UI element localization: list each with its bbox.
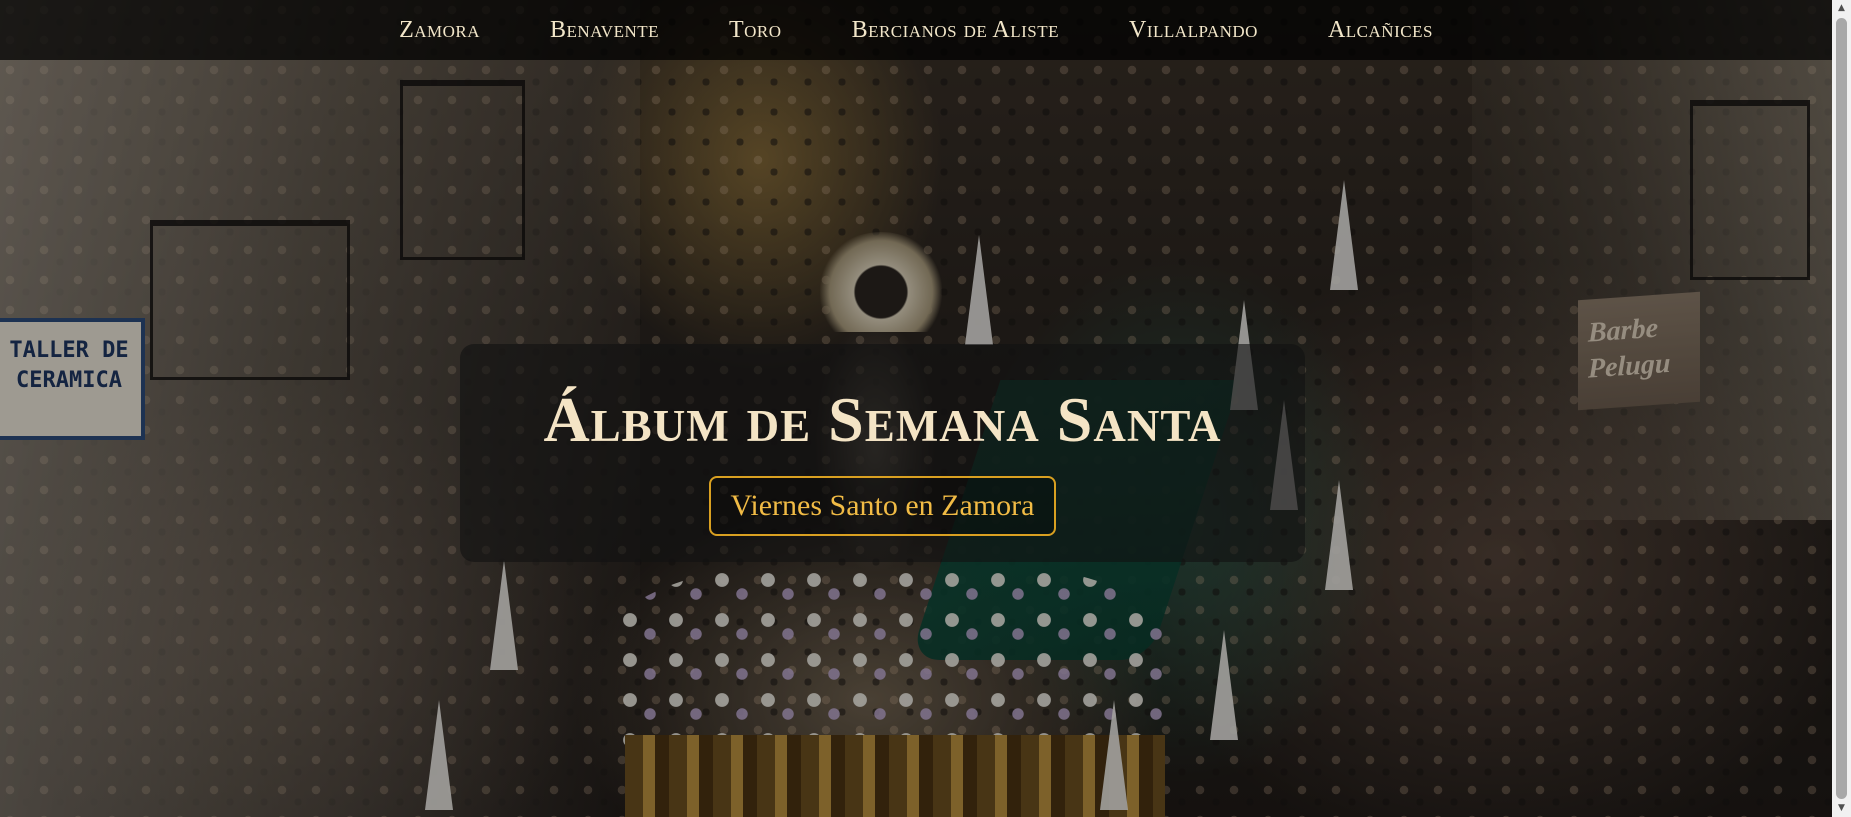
nav-link-benavente[interactable]: Benavente (515, 17, 694, 44)
capirote-hood (425, 700, 453, 810)
golden-float (625, 735, 1165, 817)
nav-link-zamora[interactable]: Zamora (364, 17, 515, 44)
barber-sign-text: Barbe Pelugu (1588, 312, 1671, 385)
capirote-hood (1325, 480, 1353, 590)
nav-link-bercianos-de-aliste[interactable]: Bercianos de Aliste (817, 17, 1094, 44)
balcony (1690, 100, 1810, 280)
ceramics-sign-text: TALLER DE CERAMICA (9, 338, 129, 393)
ceramics-shop-sign: TALLER DE CERAMICA (0, 318, 145, 440)
flower-arrangement (610, 560, 1170, 760)
capirote-hood (965, 235, 993, 345)
balcony (400, 80, 525, 260)
nav-link-villalpando[interactable]: Villalpando (1094, 17, 1293, 44)
halo-crown (820, 232, 942, 332)
capirote-hood (1330, 180, 1358, 290)
capirote-hood (1100, 700, 1128, 810)
scroll-up-arrow-icon[interactable]: ▲ (1832, 0, 1851, 17)
building-right (1472, 0, 1832, 520)
nav-link-alcanices[interactable]: Alcañices (1293, 17, 1468, 44)
scrollbar-thumb[interactable] (1836, 18, 1847, 799)
top-navigation: Zamora Benavente Toro Bercianos de Alist… (0, 0, 1832, 60)
hero-title-panel: Álbum de Semana Santa Viernes Santo en Z… (460, 344, 1305, 562)
capirote-hood (1210, 630, 1238, 740)
balcony (150, 220, 350, 380)
capirote-hood (490, 560, 518, 670)
barber-shop-sign: Barbe Pelugu (1578, 291, 1700, 411)
nav-link-toro[interactable]: Toro (694, 17, 817, 44)
subtitle-badge: Viernes Santo en Zamora (708, 476, 1057, 536)
scroll-down-arrow-icon[interactable]: ▼ (1832, 800, 1851, 817)
vertical-scrollbar[interactable]: ▲ ▼ (1832, 0, 1851, 817)
page-title: Álbum de Semana Santa (543, 384, 1222, 455)
